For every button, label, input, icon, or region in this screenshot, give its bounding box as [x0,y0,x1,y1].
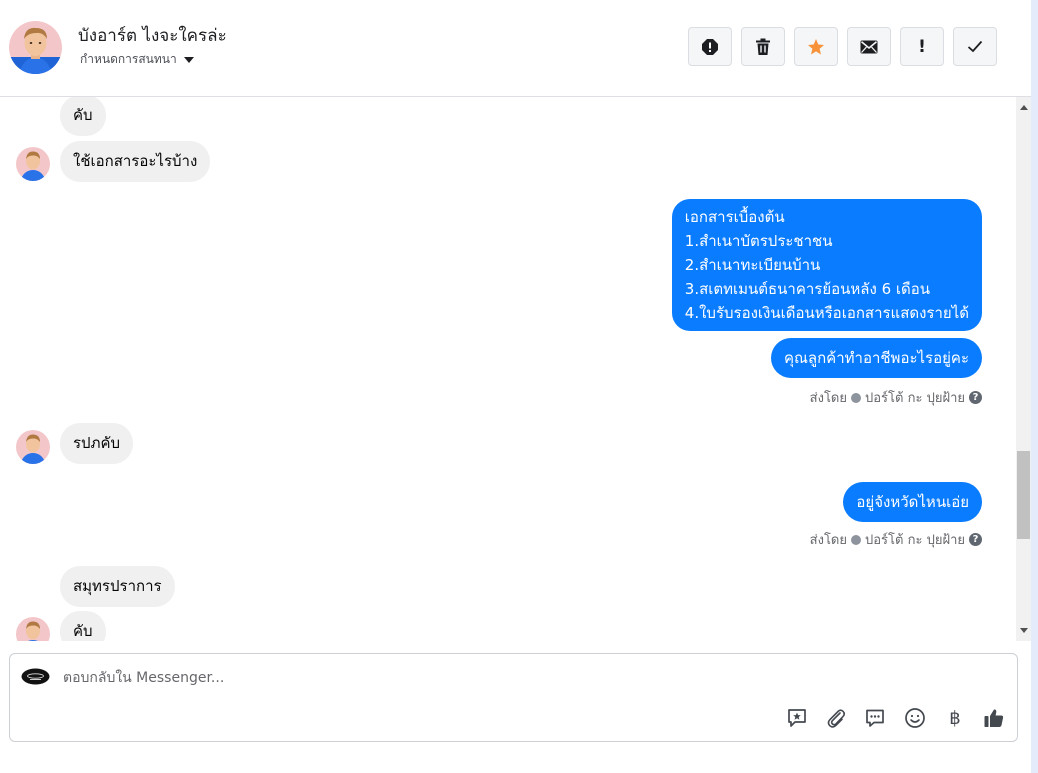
message-text: รปภคับ [73,434,121,452]
scroll-up-arrow-icon[interactable] [1020,105,1028,110]
verified-icon [851,534,861,545]
assign-conversation-label: กำหนดการสนทนา [80,52,177,66]
incoming-message[interactable]: คับ [60,97,106,136]
message-text: คับ [73,622,93,640]
check-icon [967,40,983,53]
chat-bubble-icon [866,709,884,727]
message-thread-scrollbar[interactable] [1016,97,1031,641]
message-text: สมุทรปราการ [73,577,162,595]
delete-button[interactable] [741,27,785,66]
envelope-icon [860,40,878,53]
messenger-conversation-panel: บังอาร์ต ไงจะใครล่ะ กำหนดการสนทนา ! คับ … [0,0,1031,773]
mark-unread-button[interactable] [847,27,891,66]
sender-avatar[interactable] [16,617,50,641]
sent-by-info: ส่งโดย ปอร์โต้ กะ ปุยฝ้าย ? [810,529,982,550]
reply-input[interactable] [63,668,763,688]
message-text: ใช้เอกสารอะไรบ้าง [73,152,198,170]
help-icon[interactable]: ? [969,533,982,546]
scrollbar-thumb[interactable] [1017,451,1030,539]
baht-icon: ฿ [949,707,961,729]
sender-avatar[interactable] [16,430,50,464]
message-text: คับ [73,106,93,124]
sender-avatar[interactable] [16,147,50,181]
incoming-message[interactable]: คับ [60,611,106,641]
star-button[interactable] [794,27,838,66]
mark-spam-button[interactable]: ! [900,27,944,66]
reply-composer: ฿ [9,653,1018,742]
outgoing-message[interactable]: เอกสารเบื้องต้น 1.สำเนาบัตรประชาชน 2.สำเ… [671,199,982,331]
sent-by-name[interactable]: ปอร์โต้ กะ ปุยฝ้าย [865,529,965,550]
sent-by-prefix: ส่งโดย [809,533,847,548]
mark-done-button[interactable] [953,27,997,66]
quick-reply-button[interactable] [863,706,887,730]
conversation-header: บังอาร์ต ไงจะใครล่ะ กำหนดการสนทนา ! [0,0,1031,97]
sent-by-prefix: ส่งโดย [809,391,847,406]
saved-reply-button[interactable] [785,706,809,730]
help-icon[interactable]: ? [969,391,982,404]
contact-name[interactable]: บังอาร์ต ไงจะใครล่ะ [78,22,227,49]
emoji-button[interactable] [903,706,927,730]
payment-button[interactable]: ฿ [943,706,967,730]
saved-reply-icon [788,709,806,727]
message-line: 3.สเตทเมนต์ธนาคารย้อนหลัง 6 เดือน [684,280,931,298]
assign-conversation-dropdown[interactable]: กำหนดการสนทนา [80,50,194,69]
message-line: 2.สำเนาทะเบียนบ้าน [684,256,821,274]
block-icon [702,38,718,55]
sent-by-name[interactable]: ปอร์โต้ กะ ปุยฝ้าย [865,387,965,408]
chevron-down-icon [183,56,194,63]
attach-file-button[interactable] [824,706,848,730]
message-line: 1.สำเนาบัตรประชาชน [684,232,833,250]
attachment-icon [827,709,846,728]
trash-icon [756,38,770,55]
thumbs-up-icon [984,709,1004,727]
message-text: คุณลูกค้าทำอาชีพอะไรอยู่คะ [783,349,969,367]
outgoing-message[interactable]: คุณลูกค้าทำอาชีพอะไรอยู่คะ [770,338,982,378]
contact-avatar[interactable] [9,21,62,74]
sent-by-info: ส่งโดย ปอร์โต้ กะ ปุยฝ้าย ? [810,387,982,408]
block-button[interactable] [688,27,732,66]
scroll-down-arrow-icon[interactable] [1020,628,1028,633]
message-line: เอกสารเบื้องต้น [684,208,785,226]
send-like-button[interactable] [982,706,1006,730]
incoming-message[interactable]: รปภคับ [60,423,134,464]
incoming-message[interactable]: สมุทรปราการ [60,566,175,607]
outgoing-message[interactable]: อยู่จังหวัดไหนเอ่ย [843,482,982,522]
page-logo-icon [21,668,50,685]
star-icon [808,38,824,54]
exclamation-icon: ! [918,36,926,57]
window-edge [1031,0,1038,773]
message-line: 4.ใบรับรองเงินเดือนหรือเอกสารแสดงรายได้ [684,304,969,322]
emoji-icon [905,708,925,728]
verified-icon [851,392,861,403]
incoming-message[interactable]: ใช้เอกสารอะไรบ้าง [60,141,211,182]
message-text: อยู่จังหวัดไหนเอ่ย [856,493,969,511]
message-thread: คับ ใช้เอกสารอะไรบ้าง เอกสารเบื้องต้น 1.… [0,97,1016,641]
